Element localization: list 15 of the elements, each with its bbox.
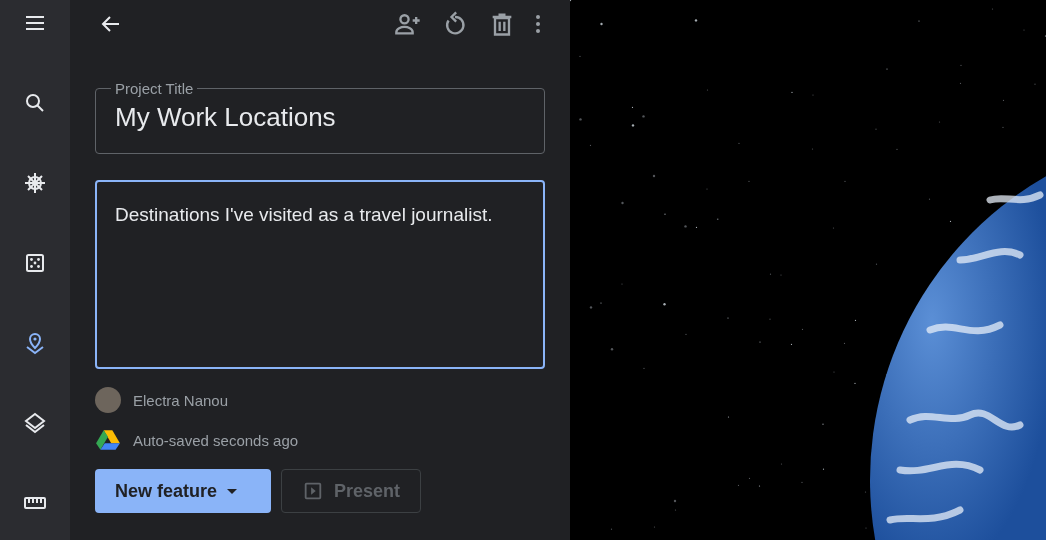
field-label: Project Title (114, 80, 195, 97)
title-field[interactable]: Project Title My Work Locations (95, 80, 545, 154)
new-feature-button[interactable]: New feature (95, 469, 271, 513)
avatar (95, 387, 121, 413)
caret-icon (227, 488, 238, 494)
ship-wheel-icon (23, 171, 47, 195)
play-icon (302, 480, 324, 502)
drive-icon (95, 427, 121, 453)
save-status: Auto-saved seconds ago (133, 431, 299, 449)
layers-icon (23, 411, 47, 435)
dice-icon (23, 251, 47, 275)
description-field[interactable]: Destinations I've visited as a travel journalist. (95, 180, 545, 369)
owner-name: Electra Nanou (133, 391, 229, 409)
title-input[interactable]: My Work Locations (115, 102, 525, 133)
more-icon (535, 12, 541, 36)
